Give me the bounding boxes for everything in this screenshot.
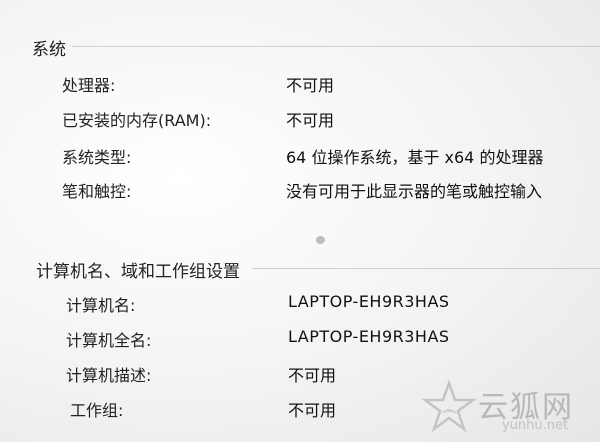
processor-label: 处理器: — [62, 76, 116, 95]
computer-description-value: 不可用 — [288, 366, 337, 385]
full-computer-name-value: LAPTOP-EH9R3HAS — [288, 327, 450, 346]
watermark-url: yunhu.net — [502, 418, 569, 433]
pen-touch-label: 笔和触控: — [62, 182, 132, 201]
pen-touch-value: 没有可用于此显示器的笔或触控输入 — [286, 182, 543, 201]
ram-label: 已安装的内存(RAM): — [62, 111, 212, 130]
fox-star-logo-icon — [422, 380, 476, 433]
workgroup-label: 工作组: — [70, 401, 124, 420]
section-divider — [72, 46, 600, 47]
watermark: 云狐网 yunhu.net — [422, 376, 592, 438]
computer-description-label: 计算机描述: — [66, 366, 152, 385]
full-computer-name-label: 计算机全名: — [66, 331, 152, 350]
screen-speck — [316, 236, 325, 244]
system-type-label: 系统类型: — [62, 148, 132, 167]
ram-value: 不可用 — [286, 111, 335, 130]
computer-name-value: LAPTOP-EH9R3HAS — [288, 292, 450, 311]
system-type-value: 64 位操作系统，基于 x64 的处理器 — [286, 148, 544, 167]
workgroup-value: 不可用 — [288, 401, 337, 420]
section-divider — [252, 268, 600, 269]
computer-section-title: 计算机名、域和工作组设置 — [36, 262, 240, 282]
system-section-title: 系统 — [32, 40, 66, 60]
processor-value: 不可用 — [286, 76, 335, 95]
computer-name-label: 计算机名: — [66, 296, 136, 315]
